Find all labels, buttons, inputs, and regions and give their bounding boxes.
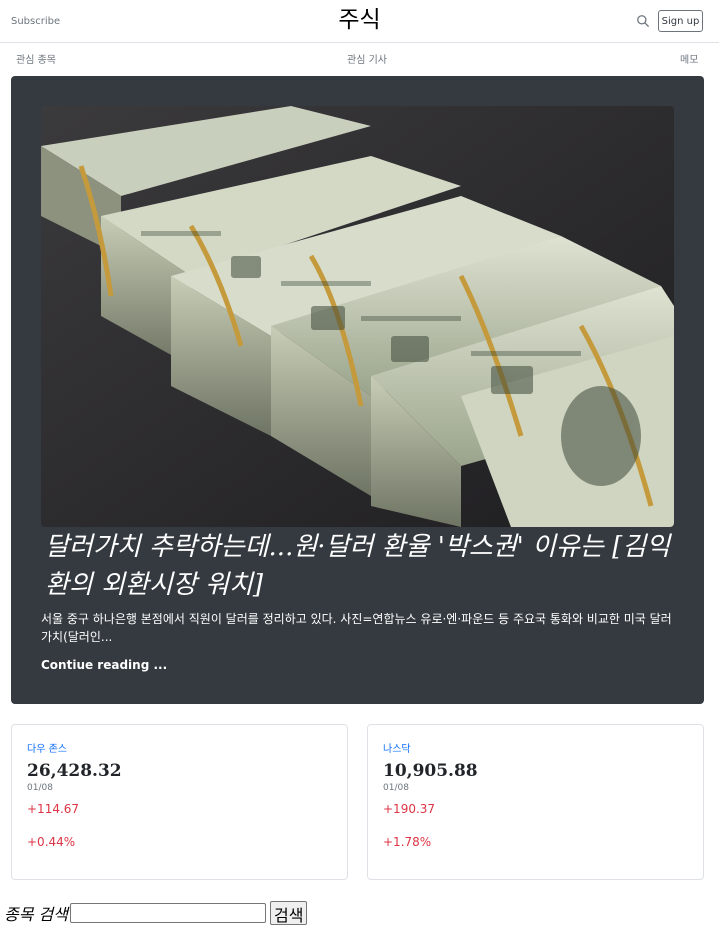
market-value: 26,428.32 [27, 761, 122, 781]
market-name[interactable]: 다우 존스 [27, 740, 67, 755]
hero-image [41, 106, 674, 527]
stock-search-label: 종목 검색 [4, 905, 68, 924]
market-card-dow[interactable]: 다우 존스 26,428.32 01/08 +114.67 +0.44% [11, 724, 348, 880]
market-percent: +0.44% [27, 835, 76, 849]
continue-reading-link[interactable]: Contiue reading ... [41, 658, 167, 672]
hero-title[interactable]: 달러가치 추락하는데...원·달러 환율 '박스권' 이유는 [김익환의 외환시… [45, 528, 675, 604]
market-name[interactable]: 나스닥 [383, 740, 411, 755]
market-change: +190.37 [383, 802, 436, 816]
nav-item-articles[interactable]: 관심 기사 [347, 51, 387, 66]
market-date: 01/08 [383, 783, 409, 793]
site-title[interactable]: 주식 [0, 5, 719, 35]
stock-search-button[interactable]: 검색 [269, 901, 308, 925]
market-percent: +1.78% [383, 835, 432, 849]
site-header: Subscribe 주식 Sign up [0, 0, 719, 43]
stock-search-input[interactable] [69, 903, 266, 923]
hero-lead: 서울 중구 하나은행 본점에서 직원이 달러를 정리하고 있다. 사진=연합뉴스… [41, 612, 672, 644]
market-card-nasdaq[interactable]: 나스닥 10,905.88 01/08 +190.37 +1.78% [367, 724, 704, 880]
market-change: +114.67 [27, 802, 80, 816]
featured-article: 달러가치 추락하는데...원·달러 환율 '박스권' 이유는 [김익환의 외환시… [11, 76, 704, 704]
category-nav: 관심 종목 관심 기사 메모 [0, 43, 719, 71]
search-icon[interactable] [636, 14, 650, 28]
stock-search-form: 종목 검색 검색 [4, 900, 308, 926]
signup-button[interactable]: Sign up [658, 10, 703, 32]
nav-item-memo[interactable]: 메모 [680, 51, 698, 66]
nav-item-watchlist[interactable]: 관심 종목 [16, 51, 56, 66]
market-date: 01/08 [27, 783, 53, 793]
market-value: 10,905.88 [383, 761, 478, 781]
